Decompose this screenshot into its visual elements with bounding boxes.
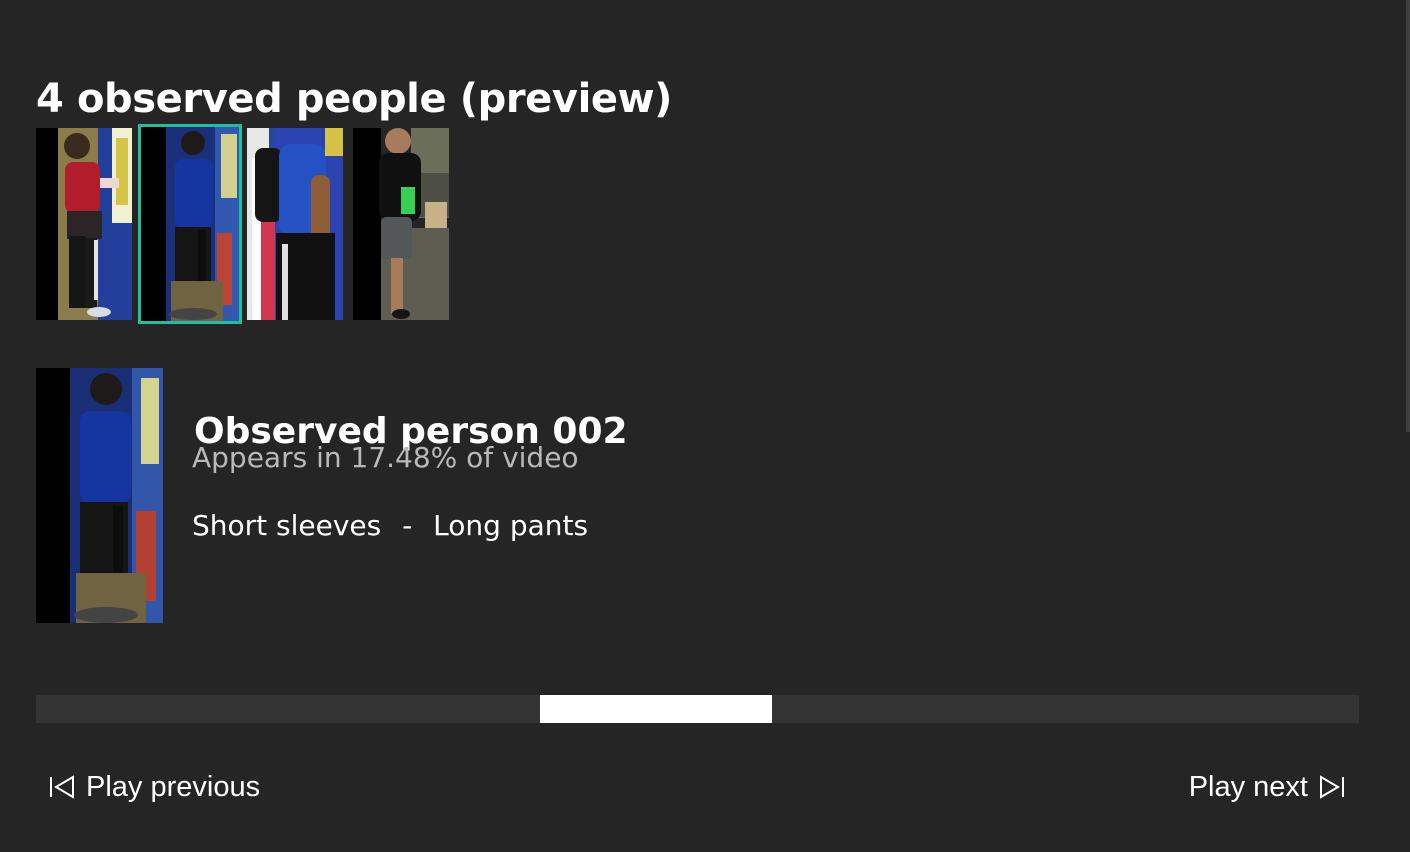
play-previous-button[interactable]: Play previous xyxy=(48,766,260,808)
appearance-percentage: Appears in 17.48% of video xyxy=(192,441,579,474)
play-next-label: Play next xyxy=(1188,771,1308,803)
observed-person-thumbnail-004[interactable] xyxy=(353,128,449,320)
person-thumbnail-blue-shirt-icon xyxy=(36,368,163,623)
person-thumbnail-red-shirt-icon xyxy=(36,128,132,320)
observed-person-thumbnail-003[interactable] xyxy=(247,128,343,320)
person-attributes: Short sleeves - Long pants xyxy=(192,508,588,544)
person-thumbnail-backpack-icon xyxy=(247,128,343,320)
observed-person-thumbnail-002[interactable] xyxy=(138,124,242,324)
scrollbar[interactable] xyxy=(1406,0,1410,432)
play-previous-label: Play previous xyxy=(86,771,261,803)
observed-person-thumbnail-001[interactable] xyxy=(36,128,132,320)
pants-attribute: Long pants xyxy=(433,509,589,542)
appearance-segment xyxy=(540,695,772,723)
person-thumbnail-blue-shirt-icon xyxy=(141,127,239,321)
page-title: 4 observed people (preview) xyxy=(36,75,673,122)
person-thumbnail-black-shirt-icon xyxy=(353,128,449,320)
selected-person-photo xyxy=(36,368,163,623)
skip-next-icon xyxy=(1320,775,1344,799)
skip-previous-icon xyxy=(50,775,74,799)
observed-people-panel: 4 observed people (preview) Observed per… xyxy=(0,0,1410,852)
play-next-button[interactable]: Play next xyxy=(1189,766,1346,808)
sleeve-attribute: Short sleeves xyxy=(192,509,382,542)
attribute-separator: - xyxy=(402,509,413,542)
video-appearance-timeline[interactable] xyxy=(36,695,1359,723)
